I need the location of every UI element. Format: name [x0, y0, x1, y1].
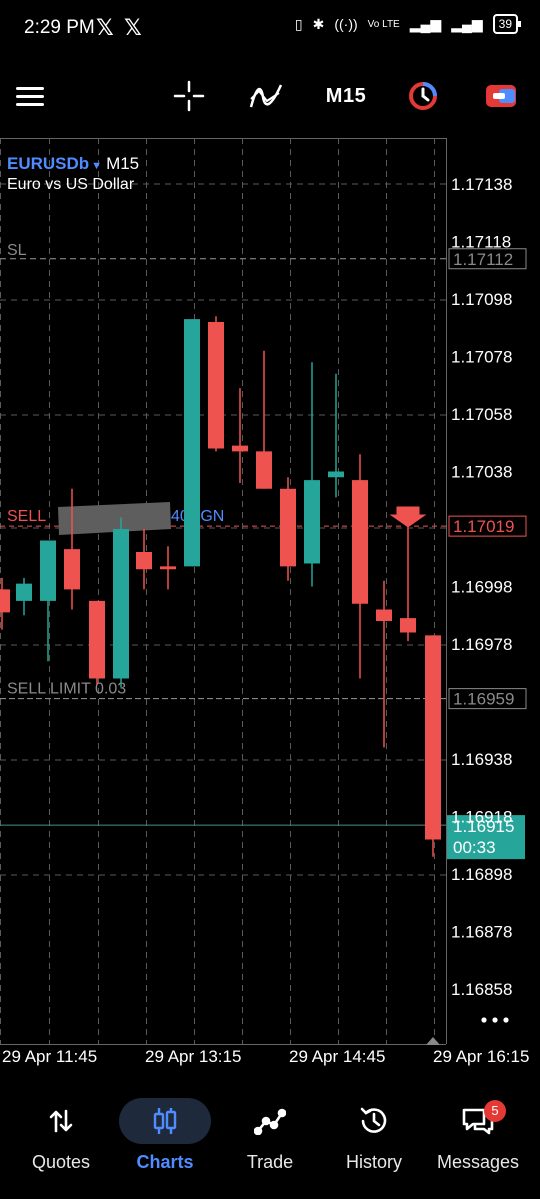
- price-axis-label: 1.16878: [451, 923, 512, 942]
- price-axis-label: 1.17118: [451, 233, 511, 252]
- price-axis-label: 1.17038: [451, 463, 512, 482]
- nav-charts[interactable]: Charts: [113, 1098, 217, 1173]
- candle-body: [40, 540, 56, 601]
- volte-icon: Vo LTE: [367, 18, 400, 30]
- bottom-navigation: Quotes Charts Trade History 5 Messages: [0, 1090, 540, 1199]
- chart-canvas[interactable]: SL1.17112SELL40NGN1.17019SELL LIMIT 0.03…: [0, 138, 540, 1073]
- status-bar: 2:29 PM 𝕏 𝕏 ▯ ✱ ((·)) Vo LTE ▂▄▆ ▂▄▆ 39: [0, 0, 540, 56]
- candle-body: [64, 549, 80, 590]
- hotspot-icon: ((·)): [334, 16, 358, 32]
- status-time: 2:29 PM: [24, 17, 95, 38]
- more-icon[interactable]: [492, 1017, 498, 1023]
- candles-icon: [119, 1098, 211, 1144]
- candle-body: [136, 552, 152, 570]
- nav-messages[interactable]: 5 Messages: [426, 1098, 530, 1173]
- candle-body: [400, 618, 416, 633]
- price-axis-label: 1.16978: [451, 635, 512, 654]
- symbol-description: Euro vs US Dollar: [7, 176, 135, 193]
- sell-price: 1.17019: [453, 517, 514, 536]
- symbol-name[interactable]: EURUSDb: [7, 154, 89, 173]
- candle-body: [184, 319, 200, 567]
- symbol-header[interactable]: EURUSDb ▼ M15: [7, 154, 139, 174]
- nav-history-label: History: [345, 1152, 402, 1172]
- time-axis-label: 29 Apr 16:15: [433, 1047, 529, 1066]
- sell-limit-price: 1.16959: [453, 690, 514, 709]
- history-icon: [322, 1098, 426, 1144]
- candle-body: [328, 471, 344, 478]
- price-axis-label: 1.17098: [451, 290, 512, 309]
- candle-body: [304, 480, 320, 564]
- nav-quotes-label: Quotes: [31, 1152, 91, 1172]
- more-icon[interactable]: [481, 1017, 487, 1023]
- nav-quotes[interactable]: Quotes: [9, 1098, 113, 1173]
- x-app-icon: 𝕏: [96, 15, 114, 40]
- stop-loss-price: 1.17112: [453, 250, 513, 269]
- stop-loss-label: SL: [7, 242, 27, 259]
- bluetooth-icon: ✱: [312, 15, 325, 32]
- messages-badge: 5: [484, 1100, 506, 1122]
- candle-body: [256, 451, 272, 489]
- chart-toolbar: M15: [0, 66, 540, 126]
- time-axis-label: 29 Apr 11:45: [2, 1047, 97, 1066]
- trend-icon: [218, 1098, 322, 1144]
- timer-icon[interactable]: [406, 80, 440, 112]
- price-axis-label: 1.16898: [451, 865, 512, 884]
- candle-body: [352, 480, 368, 604]
- candle-body: [376, 609, 392, 621]
- scroll-end-icon: [426, 1037, 440, 1045]
- candle-body: [425, 635, 441, 840]
- candle-body: [280, 488, 296, 567]
- more-icon[interactable]: [503, 1017, 509, 1023]
- symbol-timeframe: M15: [106, 154, 140, 173]
- price-axis-label: 1.17058: [451, 405, 512, 424]
- price-axis-label: 1.16858: [451, 980, 512, 999]
- sort-arrows-icon: [9, 1098, 113, 1144]
- candle-body: [89, 600, 105, 679]
- signal-icon: ▂▄▆: [409, 15, 442, 32]
- sell-limit-label: SELL LIMIT 0.03: [7, 681, 126, 698]
- battery-icon: 39: [492, 14, 522, 34]
- trade-toggle-icon[interactable]: [484, 80, 518, 112]
- signal-icon: ▂▄▆: [451, 15, 483, 32]
- nav-trade-label: Trade: [246, 1152, 294, 1172]
- sell-arrow-icon: [386, 505, 430, 529]
- price-axis-label: 1.16998: [451, 578, 512, 597]
- price-axis-label: 1.16918: [451, 808, 512, 827]
- candle-body: [232, 445, 248, 452]
- time-axis-label: 29 Apr 13:15: [145, 1047, 241, 1066]
- chevron-down-icon[interactable]: ▼: [91, 160, 102, 172]
- nav-messages-label: Messages: [436, 1152, 520, 1172]
- indicators-icon[interactable]: [248, 80, 284, 112]
- nav-trade[interactable]: Trade: [218, 1098, 322, 1173]
- nav-history[interactable]: History: [322, 1098, 426, 1173]
- message-icon: [426, 1098, 530, 1144]
- price-axis-label: 1.17078: [451, 348, 512, 367]
- menu-icon[interactable]: [16, 80, 44, 112]
- time-axis-label: 29 Apr 14:45: [289, 1047, 385, 1066]
- candle-body: [16, 583, 32, 601]
- sell-position-label: SELL: [7, 508, 46, 525]
- price-chart[interactable]: SL1.17112SELL40NGN1.17019SELL LIMIT 0.03…: [0, 138, 540, 1073]
- price-axis-label: 1.16938: [451, 750, 512, 769]
- x-app-icon: 𝕏: [124, 15, 142, 40]
- candle-body: [113, 529, 129, 679]
- candle-body: [160, 566, 176, 570]
- candle-body: [208, 322, 224, 449]
- crosshair-icon[interactable]: [172, 80, 206, 112]
- candle-body: [0, 589, 10, 613]
- price-axis-label: 1.17138: [451, 175, 512, 194]
- timeframe-button[interactable]: M15: [324, 80, 368, 112]
- bar-countdown: 00:33: [453, 838, 496, 857]
- vibrate-icon: ▯: [294, 15, 303, 32]
- nav-charts-label: Charts: [136, 1152, 194, 1172]
